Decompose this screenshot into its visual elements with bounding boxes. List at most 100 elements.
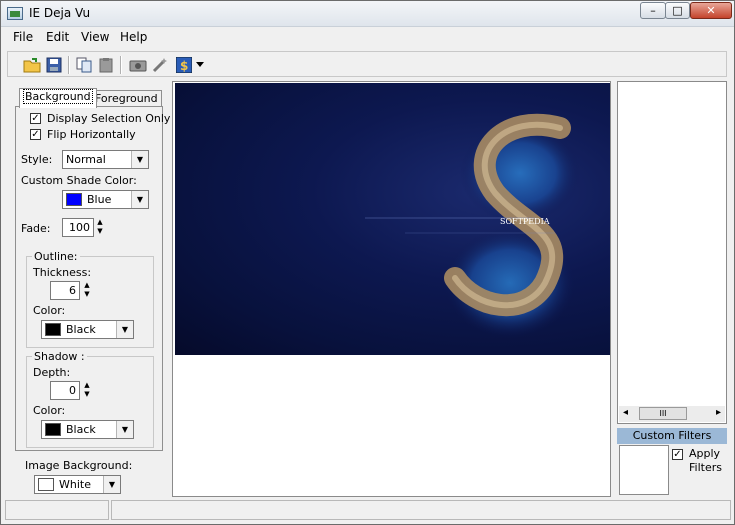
paste-button[interactable] [96, 55, 116, 75]
thickness-spinner[interactable]: ▲ ▼ [82, 281, 92, 300]
app-icon [7, 7, 23, 20]
checkmark-icon: ✓ [31, 129, 40, 140]
close-button[interactable]: ✕ [690, 2, 732, 19]
title-bar[interactable]: IE Deja Vu – □ ✕ [1, 1, 734, 27]
menu-file[interactable]: File [13, 30, 33, 44]
fade-spinner[interactable]: ▲ ▼ [95, 218, 105, 237]
menu-view[interactable]: View [81, 30, 109, 44]
style-value: Normal [66, 153, 106, 166]
effects-button[interactable] [150, 55, 170, 75]
status-pane-left [5, 500, 109, 520]
checkmark-icon: ✓ [31, 113, 40, 124]
softpedia-watermark: SOFTPEDIA [500, 217, 550, 226]
image-background-swatch [38, 478, 54, 491]
maximize-icon: □ [672, 4, 683, 17]
background-tab-panel: ✓ Display Selection Only ✓ Flip Horizont… [15, 106, 170, 451]
chevron-down-icon: ▼ [131, 191, 148, 208]
status-pane-right [111, 500, 731, 520]
close-icon: ✕ [706, 4, 716, 17]
thickness-value: 6 [69, 284, 76, 297]
menu-bar: File Edit View Help [1, 27, 734, 47]
menu-edit[interactable]: Edit [46, 30, 69, 44]
thickness-input[interactable]: 6 [50, 281, 80, 300]
style-label: Style: [21, 153, 53, 166]
shadow-color-select[interactable]: Black ▼ [41, 420, 134, 439]
horizontal-scrollbar[interactable]: ◂ III ▸ [619, 406, 725, 422]
minimize-button[interactable]: – [640, 2, 666, 19]
thickness-label: Thickness: [33, 266, 92, 279]
status-bar [5, 500, 731, 520]
shade-color-swatch [66, 193, 82, 206]
magic-wand-icon [152, 58, 167, 73]
minimize-icon: – [650, 4, 656, 17]
menu-help[interactable]: Help [120, 30, 147, 44]
shadow-color-value: Black [66, 423, 96, 436]
open-button[interactable] [22, 55, 42, 75]
shadow-color-swatch [45, 423, 61, 436]
fade-value: 100 [69, 221, 90, 234]
image-background-select[interactable]: White ▼ [34, 475, 121, 494]
shadow-group: Shadow : Depth: 0 ▲ ▼ Color: Black ▼ [26, 350, 154, 448]
toolbar: $ [7, 51, 727, 77]
toolbar-separator [68, 56, 70, 74]
apply-filters-checkbox[interactable]: ✓ [672, 449, 683, 460]
scroll-thumb[interactable]: III [639, 407, 687, 420]
paste-icon [99, 58, 113, 73]
open-folder-icon [23, 58, 41, 73]
filter-list[interactable]: ◂ III ▸ [617, 81, 727, 424]
display-selection-checkbox[interactable]: ✓ [30, 113, 41, 124]
window-title: IE Deja Vu [29, 6, 91, 20]
scroll-thumb-grip: III [659, 409, 667, 418]
outline-group: Outline: Thickness: 6 ▲ ▼ Color: Black ▼ [26, 250, 154, 348]
chevron-down-icon: ▼ [131, 151, 148, 168]
maximize-button[interactable]: □ [665, 2, 690, 19]
flip-horizontally-label: Flip Horizontally [47, 128, 136, 141]
softpedia-wallpaper-graphic: SOFTPEDIA [365, 113, 580, 338]
filter-button[interactable]: $ [174, 55, 194, 75]
outline-color-swatch [45, 323, 61, 336]
depth-spinner[interactable]: ▲ ▼ [82, 381, 92, 400]
custom-filters-list[interactable] [619, 445, 669, 495]
checkmark-icon: ✓ [673, 449, 682, 460]
depth-value: 0 [69, 384, 76, 397]
scroll-left-icon[interactable]: ◂ [623, 407, 628, 418]
filter-dropdown-button[interactable] [194, 55, 206, 75]
app-window: IE Deja Vu – □ ✕ File Edit View Help $ B… [0, 0, 735, 525]
copy-button[interactable] [74, 55, 94, 75]
outline-group-label: Outline: [32, 250, 80, 263]
outline-color-label: Color: [33, 304, 66, 317]
shadow-color-label: Color: [33, 404, 66, 417]
tab-background-label: Background [23, 89, 93, 104]
depth-input[interactable]: 0 [50, 381, 80, 400]
tab-foreground-label: Foreground [95, 92, 158, 105]
custom-filters-header: Custom Filters [617, 428, 727, 444]
fade-input[interactable]: 100 [62, 218, 94, 237]
tab-background[interactable]: Background [19, 88, 97, 108]
apply-label: Apply [689, 447, 721, 460]
capture-button[interactable] [128, 55, 148, 75]
depth-label: Depth: [33, 366, 71, 379]
shade-color-value: Blue [87, 193, 112, 206]
toolbar-separator [120, 56, 122, 74]
flip-horizontally-checkbox[interactable]: ✓ [30, 129, 41, 140]
save-disk-icon [46, 57, 62, 73]
dropdown-arrow-icon [196, 62, 204, 67]
preview-image: SOFTPEDIA [175, 83, 610, 355]
camera-icon [129, 60, 147, 72]
scroll-right-icon[interactable]: ▸ [716, 407, 721, 418]
outline-color-select[interactable]: Black ▼ [41, 320, 134, 339]
shadow-group-label: Shadow : [32, 350, 87, 363]
fade-label: Fade: [21, 222, 51, 235]
shade-color-select[interactable]: Blue ▼ [62, 190, 149, 209]
filters-label: Filters [689, 461, 722, 474]
save-button[interactable] [44, 55, 64, 75]
chevron-down-icon: ▼ [116, 421, 133, 438]
style-select[interactable]: Normal ▼ [62, 150, 149, 169]
chevron-down-icon: ▼ [116, 321, 133, 338]
custom-shade-label: Custom Shade Color: [21, 174, 137, 187]
preview-area[interactable]: SOFTPEDIA [172, 81, 611, 497]
image-background-label: Image Background: [25, 459, 133, 472]
filter-dollar-icon: $ [176, 57, 192, 73]
svg-text:$: $ [180, 59, 188, 73]
right-panel: ◂ III ▸ Custom Filters ✓ Apply Filters [617, 81, 727, 497]
